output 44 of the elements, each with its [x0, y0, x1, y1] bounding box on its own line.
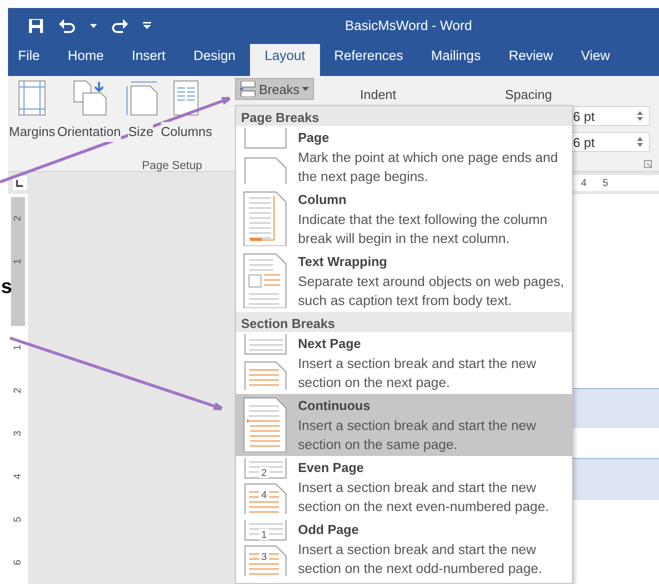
window-title: BasicMsWord - Word	[345, 17, 472, 36]
page-break-icon	[242, 128, 288, 184]
section-label: Indent	[360, 86, 396, 104]
ribbon-tab[interactable]: Home	[68, 44, 104, 76]
ribbon-tab[interactable]: Mailings	[431, 44, 481, 76]
breaks-button[interactable]: Breaks	[235, 78, 314, 100]
menu-heading: Page Breaks	[236, 106, 572, 126]
spinner-icon[interactable]	[637, 111, 643, 122]
customize-icon[interactable]	[143, 22, 151, 30]
horizontal-ruler: 4 5	[573, 175, 659, 191]
tab-selector-icon[interactable]	[13, 176, 27, 190]
menu-item[interactable]: Page Mark the point at which one page ends and the next page begins.	[236, 126, 572, 188]
ribbon-tab[interactable]: Design	[194, 44, 236, 76]
caret-icon[interactable]	[90, 24, 97, 29]
page-break-icon	[242, 396, 288, 452]
save-icon[interactable]	[28, 18, 44, 34]
ribbon-tab[interactable]: Insert	[132, 44, 166, 76]
ribbon-button[interactable]: Columns	[160, 80, 214, 142]
ribbon-button[interactable]: Margins	[8, 80, 56, 142]
menu-item[interactable]: Next Page Insert a section break and start the new section on the next page.	[236, 332, 572, 394]
page-icon	[71, 80, 108, 116]
ribbon-button[interactable]: Orientation	[56, 80, 122, 142]
undo-icon[interactable]	[58, 18, 76, 34]
section-label: Spacing	[505, 86, 552, 104]
ribbon-tab[interactable]: File	[18, 44, 40, 76]
menu-item[interactable]: 1 3 Odd Page Insert a section break and start the new section on the next odd-numbered page.	[236, 518, 572, 580]
caret-icon	[302, 87, 310, 92]
breaks-icon	[240, 81, 256, 98]
ribbon-tab[interactable]: View	[580, 44, 610, 76]
ribbon-tab[interactable]: References	[334, 44, 404, 76]
page-break-icon	[242, 190, 288, 246]
ribbon-tab[interactable]: Layout	[250, 44, 320, 76]
ribbon-button[interactable]: Size	[122, 80, 160, 142]
group-label: Page Setup	[142, 159, 202, 174]
page-break-icon	[242, 334, 288, 390]
redo-icon[interactable]	[111, 18, 129, 34]
menu-item[interactable]: Text Wrapping Separate text around objects on web pages, such as caption text from body text.	[236, 250, 572, 312]
page-break-icon	[242, 252, 288, 308]
spinner-icon[interactable]	[637, 137, 643, 148]
ribbon-tab[interactable]: Review	[508, 44, 553, 76]
menu-item[interactable]: Continuous Insert a section break and start the new section on the same page.	[236, 394, 572, 456]
menu-item[interactable]: 2 4 Even Page Insert a section break and start the new section on the next even-numbered page.	[236, 456, 572, 518]
menu-item[interactable]: Column Indicate that the text following the column break will begin in the next column.	[236, 188, 572, 250]
menu-heading: Section Breaks	[236, 312, 572, 332]
